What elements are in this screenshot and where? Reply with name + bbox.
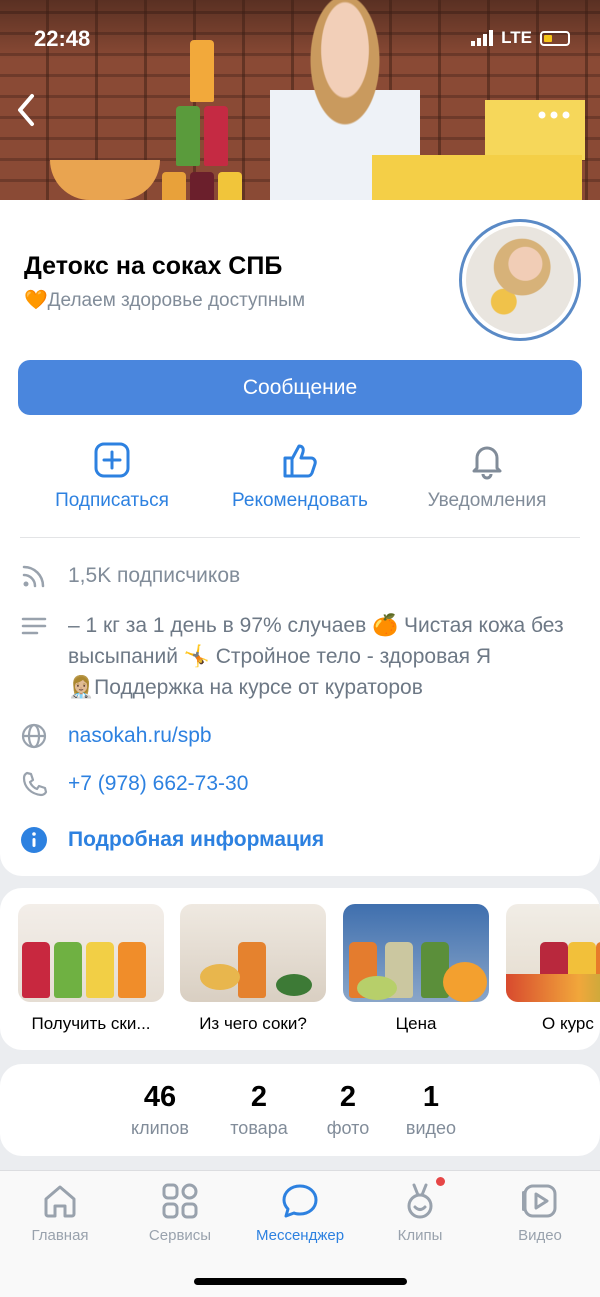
videos-counter[interactable]: 1 видео <box>391 1080 471 1139</box>
tab-label: Сервисы <box>148 1227 212 1244</box>
back-button[interactable] <box>14 92 44 132</box>
rss-icon <box>22 565 45 588</box>
home-indicator <box>194 1278 407 1285</box>
tab-label: Клипы <box>397 1227 443 1244</box>
globe-icon <box>21 723 47 749</box>
phone-link[interactable]: +7 (978) 662-73-30 <box>68 768 580 799</box>
goods-counter[interactable]: 2 товара <box>219 1080 299 1139</box>
notification-dot <box>436 1177 445 1186</box>
network-label: LTE <box>501 28 532 47</box>
counter-value: 1 <box>422 1081 440 1113</box>
status-text: Делаем здоровье доступным <box>47 290 306 311</box>
tab-home[interactable]: Главная <box>0 1181 120 1245</box>
bell-icon <box>472 446 502 480</box>
notifications-button[interactable]: Уведомления <box>397 440 577 512</box>
more-options-button[interactable] <box>538 100 570 120</box>
counter-value: 2 <box>250 1081 268 1113</box>
profile-status: 🧡Делаем здоровье доступным <box>24 288 305 312</box>
chat-icon <box>282 1184 318 1218</box>
tab-messenger[interactable]: Мессенджер <box>240 1181 360 1245</box>
followers-count: 1,5K подписчиков <box>68 564 241 587</box>
signal-icon <box>471 30 494 46</box>
tab-label: Главная <box>31 1227 89 1244</box>
chevron-left-icon <box>18 94 34 126</box>
tab-video[interactable]: Видео <box>480 1181 600 1245</box>
highlights-strip: Получить ски... Из чего соки? Цена О кур… <box>0 888 600 1050</box>
tab-label: Мессенджер <box>255 1227 345 1244</box>
text-lines-icon <box>21 617 47 635</box>
website-link[interactable]: nasokah.ru/spb <box>68 720 580 751</box>
subscribe-button[interactable]: Подписаться <box>22 440 202 512</box>
status-time: 22:48 <box>34 26 91 51</box>
status-emoji: 🧡 <box>24 290 48 311</box>
plus-square-icon <box>94 442 130 478</box>
highlight-caption: Цена <box>395 1014 437 1033</box>
highlight-item[interactable]: О курс <box>506 904 600 1034</box>
highlight-item[interactable]: Получить ски... <box>18 904 164 1034</box>
counter-value: 2 <box>339 1081 357 1113</box>
phone-icon <box>22 771 48 797</box>
profile-card: Детокс на соках СПБ 🧡Делаем здоровье дос… <box>0 200 600 876</box>
counter-value: 46 <box>143 1081 177 1113</box>
home-icon <box>44 1185 76 1218</box>
divider <box>20 537 580 538</box>
more-dots-icon <box>538 111 570 119</box>
grid-icon <box>162 1183 198 1219</box>
notifications-label: Уведомления <box>427 490 547 511</box>
status-bar: 22:48 LTE <box>0 22 600 54</box>
page-title: Детокс на соках СПБ <box>24 252 283 280</box>
subscribe-label: Подписаться <box>55 490 169 511</box>
counter-label: фото <box>326 1118 370 1138</box>
clips-counter[interactable]: 46 клипов <box>120 1080 200 1139</box>
photos-counter[interactable]: 2 фото <box>308 1080 388 1139</box>
highlight-caption: О курс <box>542 1014 594 1033</box>
tab-clips[interactable]: Клипы <box>360 1177 480 1245</box>
thumbs-up-icon <box>283 444 317 478</box>
counters-row: 46 клипов 2 товара 2 фото 1 видео <box>0 1064 600 1156</box>
clips-icon <box>407 1183 433 1219</box>
action-row: Подписаться Рекомендовать Уведомления <box>0 440 600 520</box>
tab-services[interactable]: Сервисы <box>120 1181 240 1245</box>
more-info-link[interactable]: Подробная информация <box>68 824 580 855</box>
tab-label: Видео <box>518 1227 562 1244</box>
battery-icon <box>540 30 570 46</box>
counter-label: видео <box>405 1118 457 1138</box>
highlight-item[interactable]: Из чего соки? <box>180 904 326 1034</box>
highlight-caption: Из чего соки? <box>199 1014 307 1033</box>
recommend-label: Рекомендовать <box>232 490 368 511</box>
video-icon <box>522 1184 557 1218</box>
highlight-caption: Получить ски... <box>31 1014 151 1033</box>
info-icon <box>21 827 47 853</box>
highlight-item[interactable]: Цена <box>343 904 489 1034</box>
counter-label: клипов <box>131 1118 189 1138</box>
recommend-button[interactable]: Рекомендовать <box>210 440 390 512</box>
description-text: – 1 кг за 1 день в 97% случаев 🍊 Чистая … <box>68 614 564 699</box>
counter-label: товара <box>230 1118 288 1138</box>
message-button[interactable]: Сообщение <box>18 360 582 415</box>
avatar[interactable] <box>459 219 581 341</box>
